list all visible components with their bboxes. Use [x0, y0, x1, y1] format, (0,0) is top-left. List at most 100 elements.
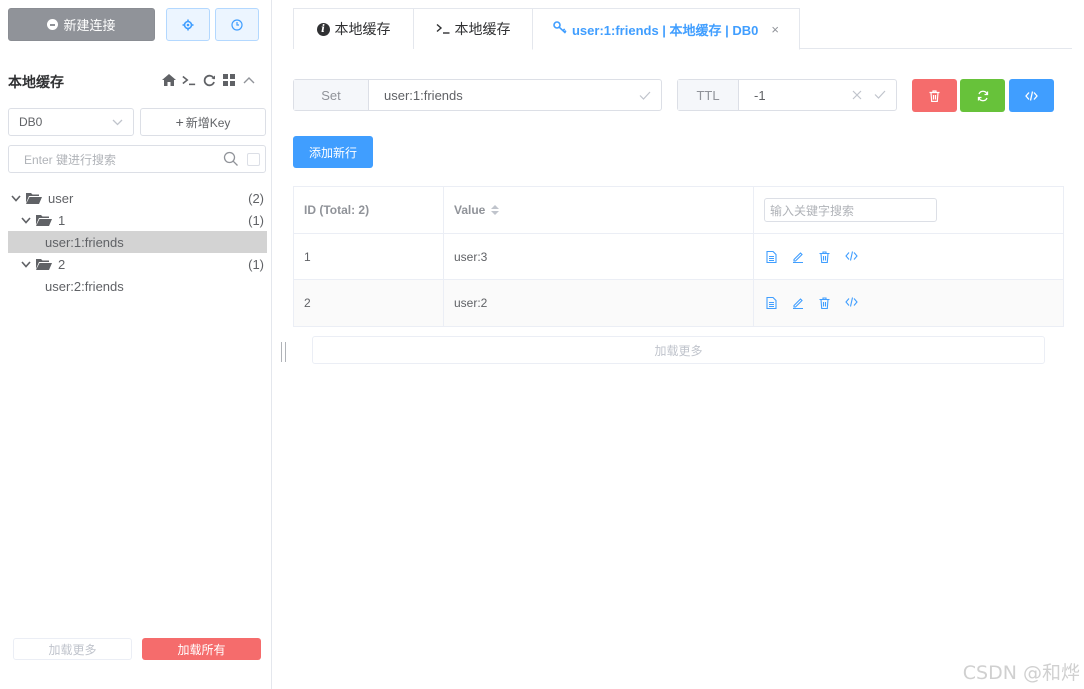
tree-key-user-2-friends[interactable]: user:2:friends — [8, 275, 267, 297]
grid-icon[interactable] — [222, 72, 236, 88]
col-id-header: ID (Total: 2) — [294, 187, 444, 233]
resize-handle[interactable] — [281, 342, 286, 362]
check-icon[interactable] — [639, 91, 651, 100]
clear-icon[interactable] — [852, 90, 862, 100]
tree-label: user:1:friends — [45, 234, 124, 250]
tree-folder-user[interactable]: user (2) — [8, 187, 267, 209]
code-icon[interactable] — [845, 297, 858, 309]
search-icon[interactable] — [223, 151, 239, 167]
delete-key-button[interactable] — [912, 79, 957, 112]
ttl-input[interactable]: -1 — [739, 88, 852, 103]
tree-count: (1) — [248, 256, 264, 272]
tree-folder-1[interactable]: 1 (1) — [8, 209, 267, 231]
check-icon[interactable] — [874, 90, 886, 99]
load-more-values-button[interactable]: 加载更多 — [312, 336, 1045, 364]
ttl-label: TTL — [678, 80, 739, 110]
settings-button[interactable] — [166, 8, 210, 41]
row-actions — [754, 234, 1063, 279]
key-name-input[interactable]: user:1:friends — [369, 88, 639, 103]
trash-icon[interactable] — [819, 297, 830, 309]
tree-label: 2 — [58, 256, 66, 272]
new-connection-label: 新建连接 — [63, 18, 116, 33]
trash-icon — [929, 89, 940, 102]
key-search-placeholder: Enter 键进行搜索 — [24, 152, 117, 167]
tab-label: user:1:friends | 本地缓存 | DB0 — [571, 22, 759, 38]
tree-label: user:2:friends — [45, 278, 124, 294]
db-select-value: DB0 — [19, 115, 43, 129]
folder-open-icon — [36, 214, 52, 226]
tree-key-user-1-friends[interactable]: user:1:friends — [8, 231, 267, 253]
terminal-icon[interactable] — [182, 72, 196, 88]
add-row-button[interactable]: 添加新行 — [293, 136, 373, 168]
key-tree: user (2) 1 (1) user:1:friends 2 (1) user… — [8, 187, 267, 297]
col-ops-header: 输入关键字搜索 — [754, 187, 1063, 233]
tree-label: user — [48, 190, 74, 206]
info-icon: i — [316, 22, 330, 36]
tab-key-detail[interactable]: user:1:friends | 本地缓存 | DB0 × — [532, 8, 800, 50]
refresh-key-button[interactable] — [960, 79, 1005, 112]
folder-open-icon — [36, 258, 52, 270]
tree-folder-2[interactable]: 2 (1) — [8, 253, 267, 275]
load-all-keys-button[interactable]: 加载所有 — [142, 638, 261, 660]
caret-down-icon[interactable] — [20, 260, 32, 268]
refresh-icon — [977, 90, 988, 101]
row-id: 2 — [294, 280, 444, 326]
history-button[interactable] — [215, 8, 259, 41]
tab-connection-info[interactable]: i 本地缓存 — [293, 8, 414, 49]
dump-command-button[interactable] — [1009, 79, 1054, 112]
col-value-header[interactable]: Value — [444, 187, 754, 233]
table-row: 2 user:2 — [294, 280, 1063, 326]
table-header: ID (Total: 2) Value 输入关键字搜索 — [294, 187, 1063, 234]
sidebar: 新建连接 本地缓存 DB0 + 新增Key Enter 键进行搜索 user (… — [0, 0, 272, 689]
value-table: ID (Total: 2) Value 输入关键字搜索 1 user:3 2 u… — [293, 186, 1064, 327]
row-value: user:2 — [444, 280, 754, 326]
connection-title: 本地缓存 — [8, 74, 64, 90]
trash-icon[interactable] — [819, 250, 830, 263]
document-icon[interactable] — [766, 250, 777, 263]
tab-label: 本地缓存 — [334, 21, 391, 37]
key-icon — [553, 21, 567, 37]
caret-down-icon[interactable] — [10, 194, 22, 202]
minus-circle-icon — [47, 19, 59, 30]
db-select[interactable]: DB0 — [8, 108, 134, 136]
key-type-label: Set — [294, 80, 369, 110]
home-icon[interactable] — [162, 72, 176, 88]
tab-bar: i 本地缓存 本地缓存 user:1:friends | 本地缓存 | DB0 … — [293, 8, 1072, 50]
new-connection-button[interactable]: 新建连接 — [8, 8, 155, 41]
add-key-button[interactable]: + 新增Key — [140, 108, 266, 136]
sort-icon[interactable] — [491, 205, 500, 215]
edit-icon[interactable] — [792, 297, 804, 309]
key-search-input[interactable]: Enter 键进行搜索 — [8, 145, 266, 173]
code-icon[interactable] — [845, 250, 858, 263]
code-icon — [1025, 90, 1038, 101]
chevron-up-icon[interactable] — [242, 72, 256, 88]
exact-match-checkbox[interactable] — [247, 153, 260, 166]
col-value-label: Value — [454, 203, 486, 217]
tree-count: (1) — [248, 212, 264, 228]
chevron-down-icon — [112, 119, 123, 125]
add-key-label: 新增Key — [185, 115, 231, 130]
refresh-icon[interactable] — [202, 72, 216, 88]
table-search-placeholder: 输入关键字搜索 — [770, 203, 855, 218]
tab-console[interactable]: 本地缓存 — [413, 8, 533, 49]
tree-label: 1 — [58, 212, 66, 228]
close-icon[interactable]: × — [771, 22, 779, 37]
tree-count: (2) — [248, 190, 264, 206]
clock-icon — [231, 18, 243, 31]
caret-down-icon[interactable] — [20, 216, 32, 224]
load-more-keys-button[interactable]: 加载更多 — [13, 638, 132, 660]
plus-icon: + — [175, 114, 184, 130]
terminal-icon — [436, 21, 450, 37]
key-name-field: Set user:1:friends — [293, 79, 662, 111]
ttl-field: TTL -1 — [677, 79, 897, 111]
edit-icon[interactable] — [792, 251, 804, 263]
row-value: user:3 — [444, 234, 754, 279]
document-icon[interactable] — [766, 297, 777, 309]
table-search-input[interactable]: 输入关键字搜索 — [764, 198, 937, 222]
row-id: 1 — [294, 234, 444, 279]
folder-open-icon — [26, 192, 42, 204]
gear-icon — [182, 19, 194, 30]
watermark: CSDN @和烨 — [962, 662, 1080, 684]
row-actions — [754, 280, 1063, 326]
table-row: 1 user:3 — [294, 234, 1063, 280]
